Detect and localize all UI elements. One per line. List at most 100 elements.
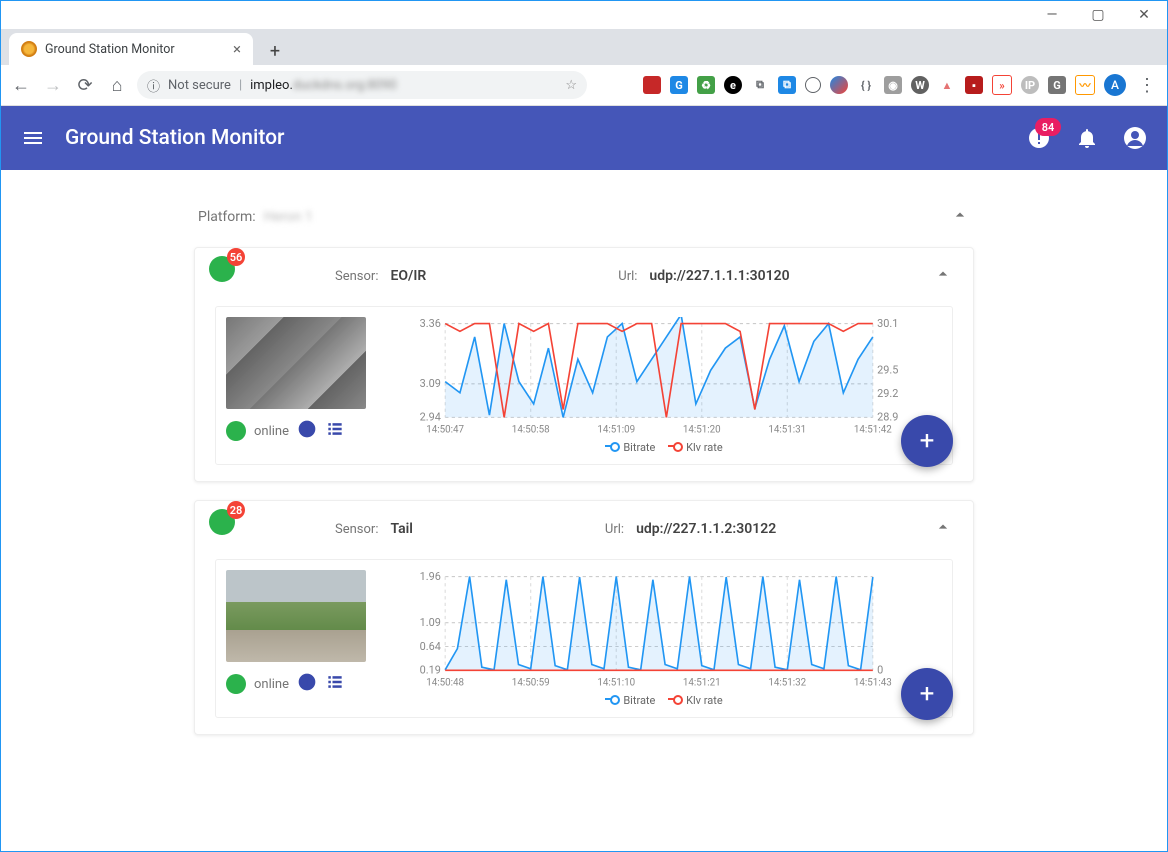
security-label: Not secure bbox=[168, 78, 231, 93]
notifications-button[interactable] bbox=[1075, 126, 1099, 150]
add-fab-button[interactable]: + bbox=[901, 668, 953, 720]
svg-text:0.64: 0.64 bbox=[420, 640, 441, 653]
video-thumbnail[interactable] bbox=[226, 317, 366, 409]
sensor-header[interactable]: Sensor: EO/IR Url: udp://227.1.1.1:30120 bbox=[215, 264, 953, 288]
extension-icon[interactable]: G bbox=[1048, 76, 1066, 94]
online-status: online bbox=[254, 677, 289, 692]
svg-text:30.1: 30.1 bbox=[877, 317, 898, 330]
svg-text:0.19: 0.19 bbox=[420, 664, 441, 677]
window-close-button[interactable]: ✕ bbox=[1121, 7, 1167, 23]
account-button[interactable] bbox=[1123, 126, 1147, 150]
extension-icon[interactable]: W bbox=[911, 76, 929, 94]
online-dot-icon bbox=[226, 421, 246, 441]
sensor-status-indicator: 56 bbox=[209, 256, 235, 282]
chevron-up-icon bbox=[933, 517, 953, 541]
chart-legend: Bitrate Klv rate bbox=[376, 694, 942, 707]
alerts-button[interactable]: 84 bbox=[1027, 126, 1051, 150]
url-separator: | bbox=[239, 78, 242, 93]
nav-reload-button[interactable]: ⟳ bbox=[73, 75, 97, 96]
sensor-name: EO/IR bbox=[390, 268, 426, 284]
extension-icon[interactable]: ◉ bbox=[884, 76, 902, 94]
nav-back-button[interactable]: ← bbox=[9, 75, 33, 96]
info-icon[interactable] bbox=[297, 419, 317, 443]
video-thumbnail[interactable] bbox=[226, 570, 366, 662]
chevron-up-icon bbox=[933, 264, 953, 288]
sensor-url: udp://227.1.1.1:30120 bbox=[649, 268, 789, 284]
hamburger-menu-button[interactable] bbox=[21, 126, 45, 150]
sensor-alert-count: 28 bbox=[227, 501, 245, 519]
main-content: Platform: Heron 1 56 Sensor: EO/IR Url: … bbox=[1, 170, 1167, 852]
extension-icon[interactable]: e bbox=[724, 76, 742, 94]
extension-icon[interactable]: IP bbox=[1021, 76, 1039, 94]
sensor-chart: 2.943.093.3628.929.229.530.114:50:4714:5… bbox=[376, 317, 942, 437]
extension-row: G ♻ e ⧉ ⧉ { } ◉ W ▲ ▪ » IP G 〰 A ⋮ bbox=[643, 74, 1159, 96]
address-field[interactable]: ⓘ Not secure | impleo.duckdns.org:8090 ☆ bbox=[137, 71, 587, 99]
sensor-header[interactable]: Sensor: Tail Url: udp://227.1.1.2:30122 bbox=[215, 517, 953, 541]
new-tab-button[interactable]: + bbox=[261, 37, 289, 65]
nav-home-button[interactable]: ⌂ bbox=[105, 75, 129, 96]
window-maximize-button[interactable]: ▢ bbox=[1075, 7, 1121, 23]
platform-label: Platform: bbox=[198, 209, 256, 225]
browser-tab[interactable]: Ground Station Monitor × bbox=[9, 33, 253, 65]
nav-forward-button[interactable]: → bbox=[41, 75, 65, 96]
alert-badge: 84 bbox=[1035, 118, 1061, 136]
extension-icon[interactable] bbox=[805, 77, 821, 93]
list-icon[interactable] bbox=[325, 672, 345, 696]
svg-text:28.9: 28.9 bbox=[877, 411, 898, 424]
extension-icon[interactable]: » bbox=[992, 75, 1012, 95]
browser-menu-button[interactable]: ⋮ bbox=[1135, 75, 1159, 96]
svg-text:2.94: 2.94 bbox=[420, 411, 441, 424]
svg-text:3.09: 3.09 bbox=[420, 377, 441, 390]
browser-address-bar: ← → ⟳ ⌂ ⓘ Not secure | impleo.duckdns.or… bbox=[1, 65, 1167, 106]
sensor-label: Sensor: bbox=[335, 522, 378, 537]
chart-legend: Bitrate Klv rate bbox=[376, 441, 942, 454]
svg-text:1.09: 1.09 bbox=[420, 616, 441, 629]
svg-text:14:50:48: 14:50:48 bbox=[426, 678, 464, 689]
sensor-label: Sensor: bbox=[335, 269, 378, 284]
browser-tabstrip: Ground Station Monitor × + bbox=[1, 29, 1167, 65]
platform-name: Heron 1 bbox=[264, 209, 313, 225]
extension-icon[interactable]: { } bbox=[857, 76, 875, 94]
extension-icon[interactable]: ⧉ bbox=[751, 76, 769, 94]
sensor-card: 28 Sensor: Tail Url: udp://227.1.1.2:301… bbox=[194, 500, 974, 735]
window-minimize-button[interactable]: — bbox=[1029, 7, 1075, 23]
sensor-chart: 0.190.641.091.96014:50:4814:50:5914:51:1… bbox=[376, 570, 942, 690]
sensor-url-label: Url: bbox=[618, 269, 637, 284]
svg-text:0: 0 bbox=[877, 664, 883, 677]
svg-text:14:51:43: 14:51:43 bbox=[854, 678, 892, 689]
platform-panel: Platform: Heron 1 56 Sensor: EO/IR Url: … bbox=[173, 194, 995, 754]
legend-klvrate: Klv rate bbox=[686, 441, 723, 454]
svg-text:14:50:47: 14:50:47 bbox=[426, 425, 464, 436]
extension-icon[interactable] bbox=[643, 76, 661, 94]
tab-close-icon[interactable]: × bbox=[233, 40, 241, 58]
sensor-card: 56 Sensor: EO/IR Url: udp://227.1.1.1:30… bbox=[194, 247, 974, 482]
extension-icon[interactable]: ▪ bbox=[965, 76, 983, 94]
svg-text:14:51:21: 14:51:21 bbox=[683, 678, 721, 689]
url-text: impleo.duckdns.org:8090 bbox=[250, 78, 397, 93]
window-titlebar: — ▢ ✕ bbox=[1, 1, 1167, 29]
extension-icon[interactable]: G bbox=[670, 76, 688, 94]
extension-icon[interactable]: ▲ bbox=[938, 76, 956, 94]
legend-klvrate: Klv rate bbox=[686, 694, 723, 707]
profile-avatar[interactable]: A bbox=[1104, 74, 1126, 96]
svg-text:29.2: 29.2 bbox=[877, 387, 898, 400]
extension-icon[interactable]: ⧉ bbox=[778, 76, 796, 94]
favicon-icon bbox=[21, 41, 37, 57]
platform-header[interactable]: Platform: Heron 1 bbox=[174, 195, 994, 239]
sensor-url-label: Url: bbox=[605, 522, 624, 537]
svg-text:14:51:42: 14:51:42 bbox=[854, 425, 892, 436]
extension-icon[interactable] bbox=[830, 76, 848, 94]
extension-icon[interactable]: ♻ bbox=[697, 76, 715, 94]
sensor-alert-count: 56 bbox=[227, 248, 245, 266]
add-fab-button[interactable]: + bbox=[901, 415, 953, 467]
svg-text:14:51:31: 14:51:31 bbox=[768, 425, 806, 436]
list-icon[interactable] bbox=[325, 419, 345, 443]
app-bar: Ground Station Monitor 84 bbox=[1, 106, 1167, 170]
extension-icon[interactable]: 〰 bbox=[1075, 75, 1095, 95]
bookmark-star-icon[interactable]: ☆ bbox=[565, 78, 577, 93]
info-icon: ⓘ bbox=[147, 76, 160, 95]
svg-text:14:51:32: 14:51:32 bbox=[768, 678, 806, 689]
sensor-url: udp://227.1.1.2:30122 bbox=[636, 521, 776, 537]
info-icon[interactable] bbox=[297, 672, 317, 696]
svg-text:14:51:09: 14:51:09 bbox=[597, 425, 635, 436]
